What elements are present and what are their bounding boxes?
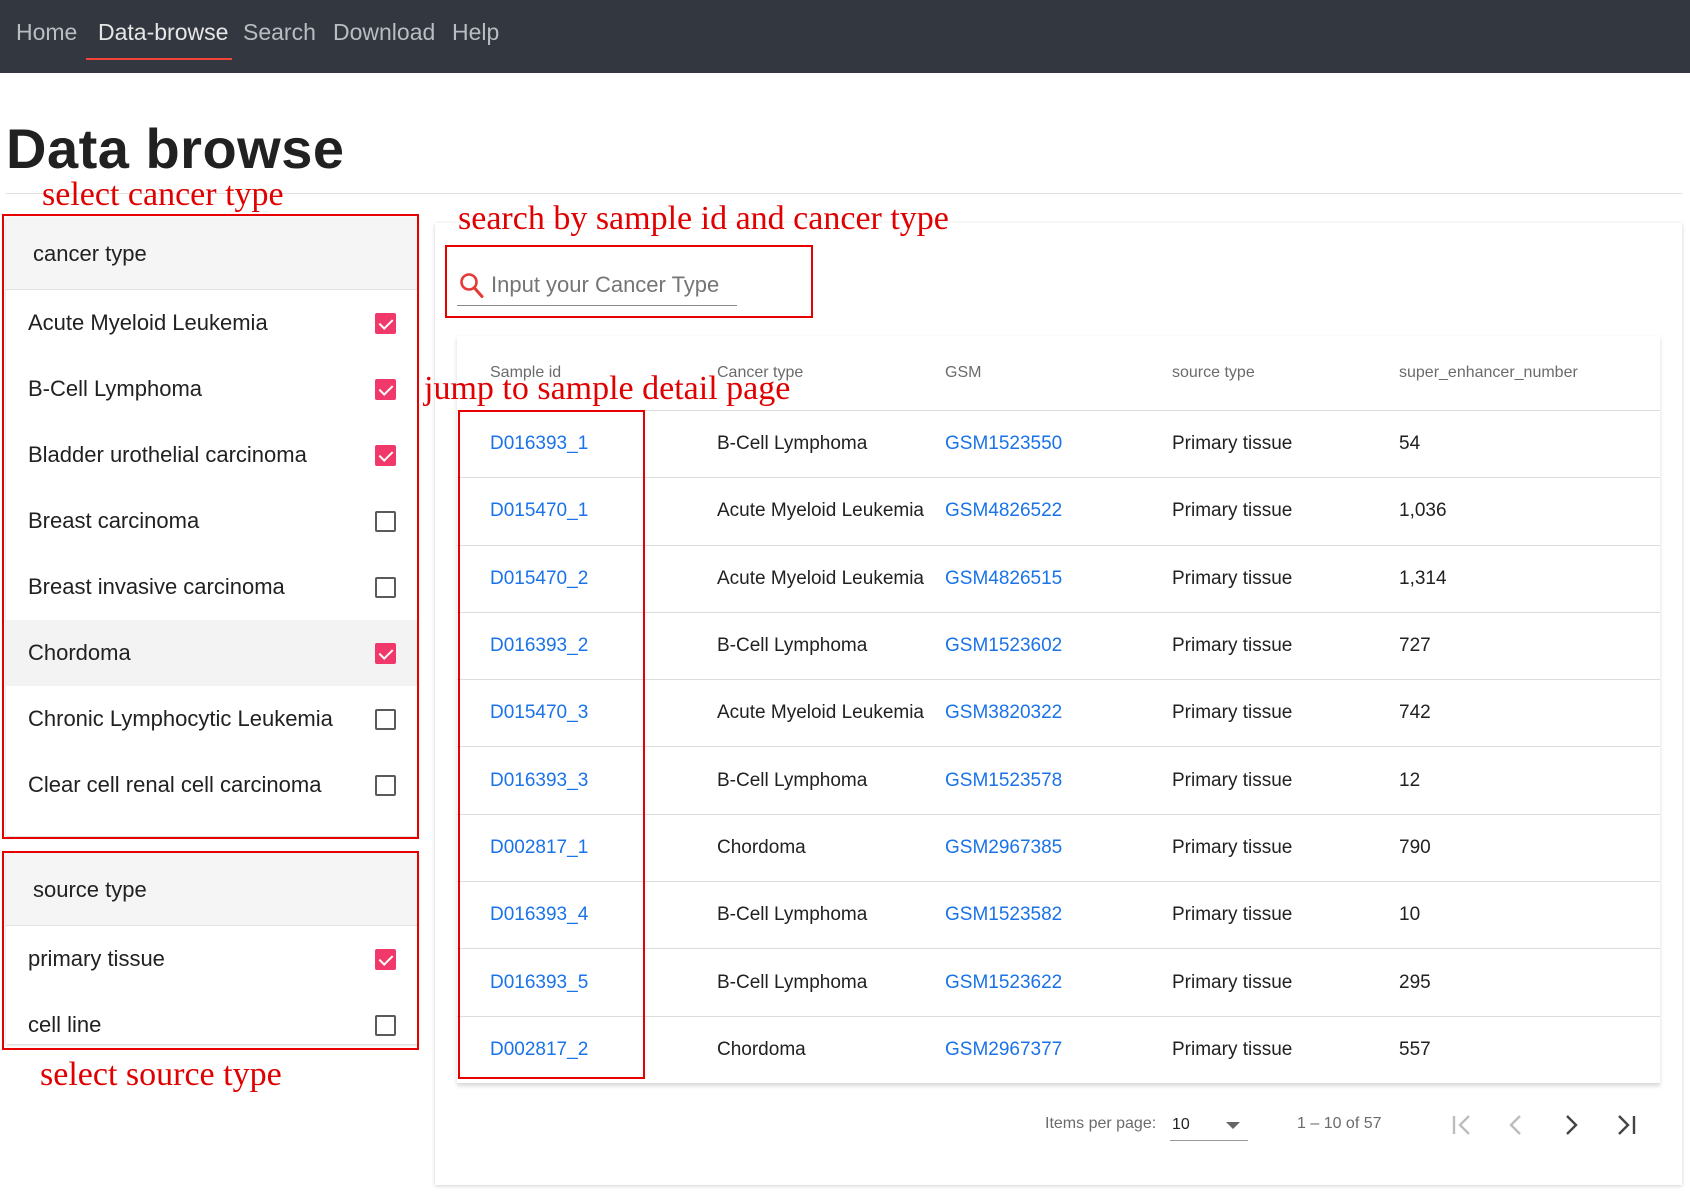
nav-help[interactable]: Help — [452, 18, 499, 46]
top-navbar: Home Data-browse Search Download Help — [0, 0, 1690, 73]
cancer-type-cell: Chordoma — [717, 1038, 806, 1060]
cancer-type-cell: Acute Myeloid Leukemia — [717, 500, 924, 522]
page-size-select[interactable]: 10 — [1170, 1109, 1248, 1141]
first-page-icon[interactable] — [1444, 1107, 1480, 1143]
page-title: Data browse — [6, 117, 345, 180]
gsm-link[interactable]: GSM4826515 — [945, 546, 1062, 612]
cancer-type-cell: Acute Myeloid Leukemia — [717, 702, 924, 724]
nav-search[interactable]: Search — [243, 18, 316, 46]
super-enhancer-number-cell: 295 — [1399, 971, 1431, 993]
super-enhancer-number-cell: 790 — [1399, 836, 1431, 858]
gsm-link[interactable]: GSM1523622 — [945, 949, 1062, 1015]
super-enhancer-number-cell: 557 — [1399, 1038, 1431, 1060]
annotation-select-source-type: select source type — [40, 1056, 282, 1093]
gsm-link[interactable]: GSM4826522 — [945, 478, 1062, 544]
source-type-cell: Primary tissue — [1172, 904, 1293, 926]
gsm-link[interactable]: GSM1523582 — [945, 882, 1062, 948]
gsm-link[interactable]: GSM3820322 — [945, 680, 1062, 746]
last-page-icon[interactable] — [1608, 1107, 1644, 1143]
page-size-value: 10 — [1172, 1116, 1190, 1133]
cancer-type-cell: B-Cell Lymphoma — [717, 635, 868, 657]
col-header-gsm[interactable]: GSM — [945, 336, 981, 410]
gsm-link[interactable]: GSM1523578 — [945, 747, 1062, 813]
cancer-type-cell: B-Cell Lymphoma — [717, 433, 868, 455]
annotation-box-cancer-type — [2, 214, 419, 839]
col-header-super-enhancer-number[interactable]: super_enhancer_number — [1399, 336, 1578, 410]
annotation-box-sample-id — [458, 410, 645, 1079]
super-enhancer-number-cell: 727 — [1399, 635, 1431, 657]
super-enhancer-number-cell: 1,036 — [1399, 500, 1447, 522]
paginator: Items per page: 10 1 – 10 of 57 — [457, 1085, 1660, 1165]
source-type-cell: Primary tissue — [1172, 769, 1293, 791]
gsm-link[interactable]: GSM1523602 — [945, 613, 1062, 679]
gsm-link[interactable]: GSM2967385 — [945, 815, 1062, 881]
super-enhancer-number-cell: 742 — [1399, 702, 1431, 724]
cancer-type-cell: Chordoma — [717, 836, 806, 858]
source-type-cell: Primary tissue — [1172, 500, 1293, 522]
nav-home[interactable]: Home — [16, 18, 77, 46]
gsm-link[interactable]: GSM2967377 — [945, 1017, 1062, 1083]
prev-page-icon[interactable] — [1498, 1107, 1534, 1143]
source-type-cell: Primary tissue — [1172, 1038, 1293, 1060]
source-type-cell: Primary tissue — [1172, 635, 1293, 657]
annotation-jump-hint: jump to sample detail page — [424, 370, 791, 407]
col-header-source-type[interactable]: source type — [1172, 336, 1255, 410]
range-label: 1 – 10 of 57 — [1297, 1115, 1382, 1132]
annotation-select-cancer-type: select cancer type — [42, 176, 284, 213]
dropdown-caret-icon — [1226, 1122, 1240, 1129]
source-type-cell: Primary tissue — [1172, 836, 1293, 858]
annotation-box-source-type — [2, 851, 419, 1050]
nav-data-browse[interactable]: Data-browse — [98, 18, 228, 46]
cancer-type-cell: B-Cell Lymphoma — [717, 904, 868, 926]
next-page-icon[interactable] — [1553, 1107, 1589, 1143]
source-type-cell: Primary tissue — [1172, 433, 1293, 455]
annotation-box-search — [445, 245, 813, 318]
nav-active-indicator — [86, 58, 232, 60]
cancer-type-cell: B-Cell Lymphoma — [717, 769, 868, 791]
super-enhancer-number-cell: 10 — [1399, 904, 1421, 926]
source-type-cell: Primary tissue — [1172, 702, 1293, 724]
super-enhancer-number-cell: 54 — [1399, 433, 1421, 455]
gsm-link[interactable]: GSM1523550 — [945, 411, 1062, 477]
cancer-type-cell: Acute Myeloid Leukemia — [717, 567, 924, 589]
super-enhancer-number-cell: 1,314 — [1399, 567, 1447, 589]
source-type-cell: Primary tissue — [1172, 971, 1293, 993]
source-type-cell: Primary tissue — [1172, 567, 1293, 589]
items-per-page-label: Items per page: — [1045, 1115, 1157, 1132]
nav-download[interactable]: Download — [333, 18, 435, 46]
cancer-type-cell: B-Cell Lymphoma — [717, 971, 868, 993]
super-enhancer-number-cell: 12 — [1399, 769, 1421, 791]
annotation-search-hint: search by sample id and cancer type — [458, 200, 949, 237]
